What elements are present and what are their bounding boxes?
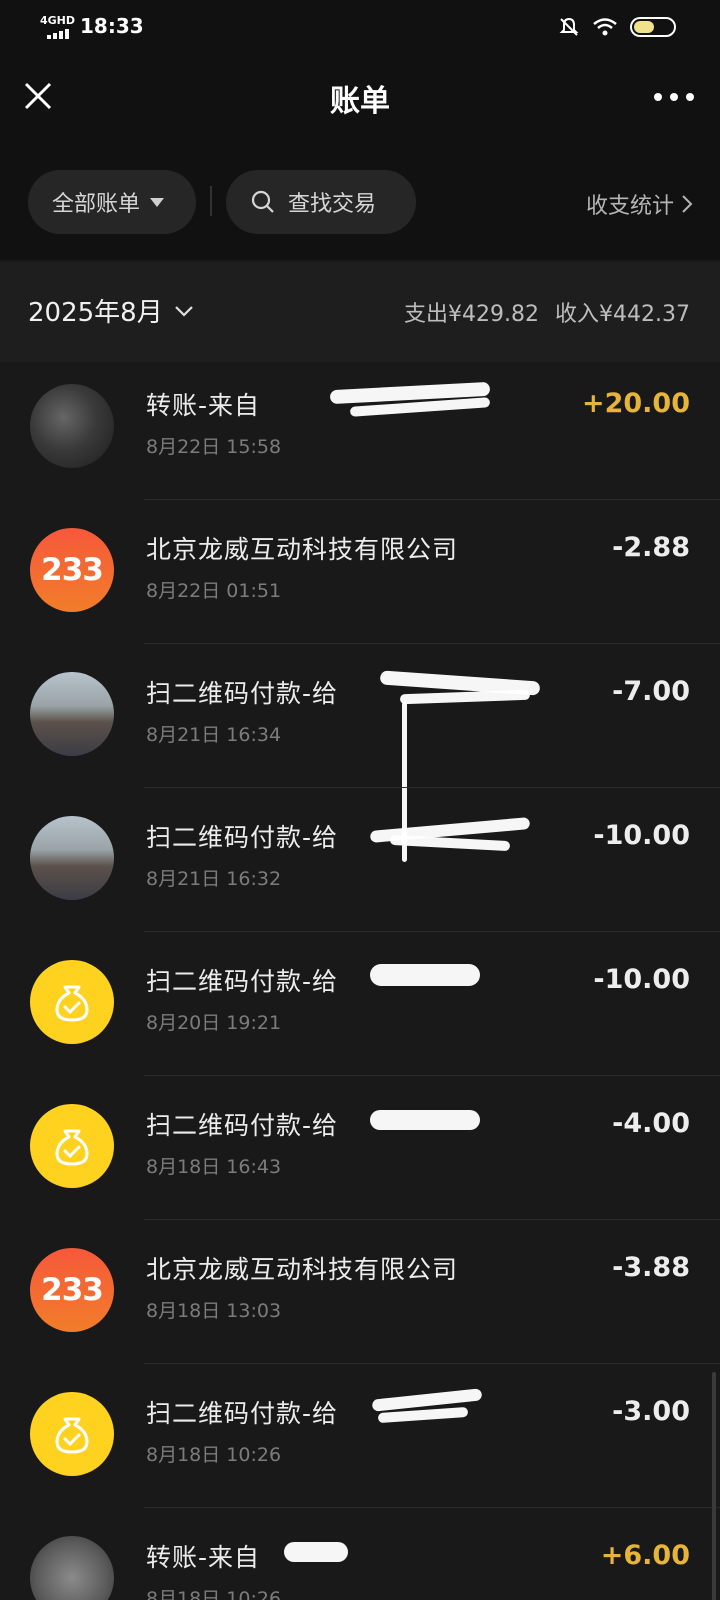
transaction-amount: -2.88 [612, 532, 690, 563]
search-transactions-button[interactable]: 查找交易 [226, 170, 416, 234]
transaction-row[interactable]: 扫二维码付款-给 8月21日 16:32 -10.00 [0, 788, 720, 932]
income-expense-stats-link[interactable]: 收支统计 [586, 188, 694, 220]
more-button[interactable] [654, 82, 694, 112]
month-label: 2025年8月 [28, 298, 163, 328]
redaction-mark [389, 834, 511, 852]
signal-icon [47, 29, 71, 39]
income-total: 收入¥442.37 [555, 302, 690, 327]
month-totals: 支出¥429.82 收入¥442.37 [404, 296, 690, 328]
transaction-amount: -7.00 [612, 676, 690, 707]
page-title: 账单 [330, 84, 390, 119]
transaction-row[interactable]: 扫二维码付款-给 8月20日 19:21 -10.00 [0, 932, 720, 1076]
transaction-row[interactable]: 转账-来自 8月18日 10:26 +6.00 [0, 1508, 720, 1600]
avatar [30, 672, 114, 756]
search-icon [251, 190, 274, 213]
money-bag-icon [55, 985, 89, 1022]
bell-off-icon [559, 17, 579, 36]
transaction-title: 北京龙威互动科技有限公司 [146, 1255, 459, 1284]
transaction-row[interactable]: 233 北京龙威互动科技有限公司 8月18日 13:03 -3.88 [0, 1220, 720, 1364]
transaction-time: 8月18日 16:43 [146, 1156, 282, 1178]
transaction-title: 扫二维码付款-给 [146, 679, 339, 708]
redaction-mark [284, 1542, 348, 1562]
transaction-amount: -10.00 [593, 820, 690, 851]
transaction-title: 扫二维码付款-给 [146, 967, 339, 996]
filter-bar: 全部账单 查找交易 收支统计 [0, 140, 720, 260]
transaction-title: 扫二维码付款-给 [146, 823, 339, 852]
transaction-amount: -3.88 [612, 1252, 690, 1283]
transaction-time: 8月18日 10:26 [146, 1444, 282, 1466]
search-label: 查找交易 [288, 192, 377, 217]
transaction-row[interactable]: 扫二维码付款-给 8月21日 16:34 -7.00 [0, 644, 720, 862]
more-icon-dot [654, 93, 662, 101]
avatar [30, 384, 114, 468]
money-bag-icon [55, 1417, 89, 1454]
transaction-row[interactable]: 扫二维码付款-给 8月18日 10:26 -3.00 [0, 1364, 720, 1508]
battery-icon [630, 17, 676, 37]
transaction-time: 8月22日 15:58 [146, 436, 282, 458]
redaction-mark [370, 964, 480, 986]
status-time: 18:33 [80, 14, 144, 38]
transaction-time: 8月20日 19:21 [146, 1012, 282, 1034]
all-bills-dropdown[interactable]: 全部账单 [28, 170, 196, 234]
transaction-time: 8月21日 16:32 [146, 868, 282, 890]
transaction-amount: +6.00 [600, 1540, 690, 1571]
transaction-amount: +20.00 [581, 388, 690, 419]
status-bar: 4GHD 18:33 [0, 0, 720, 56]
transaction-title: 转账-来自 [146, 1543, 261, 1572]
transaction-row[interactable]: 扫二维码付款-给 8月18日 16:43 -4.00 [0, 1076, 720, 1220]
month-selector[interactable]: 2025年8月 [28, 292, 195, 329]
transaction-amount: -4.00 [612, 1108, 690, 1139]
transaction-row[interactable]: 转账-来自 8月22日 15:58 +20.00 [0, 362, 720, 500]
avatar [30, 1392, 114, 1476]
avatar [30, 1104, 114, 1188]
avatar [30, 816, 114, 900]
stats-label: 收支统计 [585, 194, 674, 219]
status-icons [558, 16, 676, 38]
transaction-title: 转账-来自 [146, 391, 261, 420]
transaction-title: 扫二维码付款-给 [146, 1399, 339, 1428]
money-bag-icon [55, 1129, 89, 1166]
redaction-mark [399, 689, 531, 705]
all-bills-label: 全部账单 [52, 192, 141, 217]
transaction-time: 8月18日 13:03 [146, 1300, 282, 1322]
network-type: 4GHD [40, 14, 76, 27]
chevron-down-icon [174, 305, 193, 317]
avatar [30, 960, 114, 1044]
wifi-icon [593, 18, 617, 36]
transaction-amount: -10.00 [593, 964, 690, 995]
transaction-row[interactable]: 233 北京龙威互动科技有限公司 8月22日 01:51 -2.88 [0, 500, 720, 644]
avatar [30, 1536, 114, 1600]
transaction-title: 北京龙威互动科技有限公司 [146, 535, 459, 564]
expense-total: 支出¥429.82 [404, 302, 540, 327]
scrollbar[interactable] [712, 1372, 716, 1600]
caret-down-icon [150, 197, 165, 207]
chevron-right-icon [682, 195, 693, 213]
avatar-text: 233 [41, 1272, 104, 1308]
month-summary-bar: 2025年8月 支出¥429.82 收入¥442.37 [0, 262, 720, 362]
avatar: 233 [30, 528, 114, 612]
app-header: 账单 [0, 56, 720, 140]
avatar: 233 [30, 1248, 114, 1332]
more-icon-dot [686, 93, 694, 101]
redaction-mark [370, 1110, 480, 1130]
transaction-time: 8月21日 16:34 [146, 724, 282, 746]
transaction-amount: -3.00 [612, 1396, 690, 1427]
transaction-time: 8月18日 10:26 [146, 1588, 282, 1600]
transaction-list[interactable]: 转账-来自 8月22日 15:58 +20.00 233 北京龙威互动科技有限公… [0, 362, 720, 1600]
divider [210, 186, 212, 216]
more-icon-dot [670, 93, 678, 101]
avatar-text: 233 [41, 552, 104, 588]
transaction-title: 扫二维码付款-给 [146, 1111, 339, 1140]
transaction-time: 8月22日 01:51 [146, 580, 282, 602]
